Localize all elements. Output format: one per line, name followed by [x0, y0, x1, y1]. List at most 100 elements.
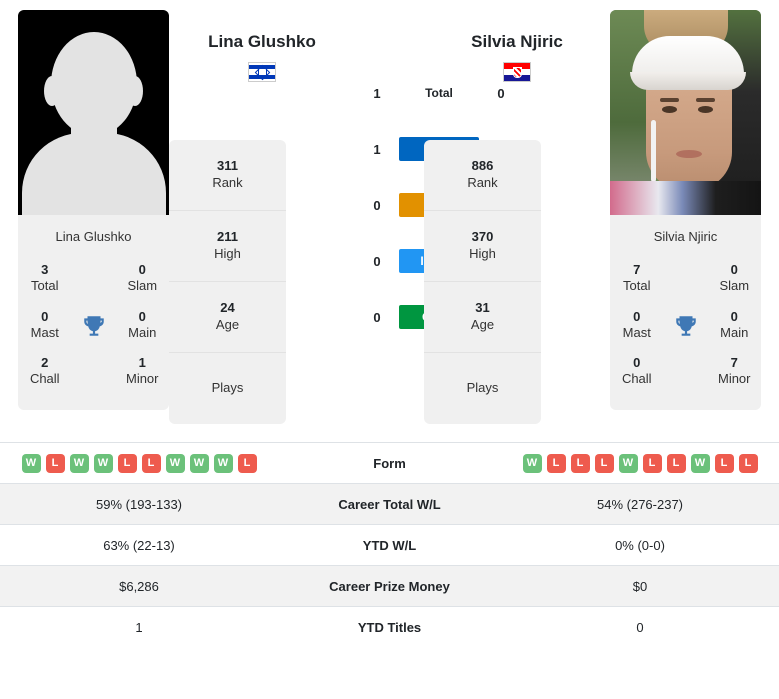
left-ytd-titles: 1 — [0, 606, 278, 648]
form-badge-loss: L — [546, 453, 566, 473]
row-label-ytd-titles: YTD Titles — [278, 606, 501, 648]
right-titles-slam-value: 0 — [730, 262, 738, 277]
left-plays-cell: Plays — [169, 353, 286, 424]
left-career-total-wl: 59% (193-133) — [0, 483, 278, 525]
left-rank-value: 311 — [217, 158, 238, 174]
left-high-value: 211 — [217, 229, 238, 245]
left-titles-mast-label: Mast — [30, 324, 59, 340]
left-age-value: 24 — [220, 300, 235, 316]
left-form-cell: WLWWLLWWWL — [0, 442, 278, 484]
right-titles-main: 0 Main — [708, 303, 762, 350]
right-age-cell: 31 Age — [424, 282, 541, 353]
player-comparison-page: Lina Glushko 3 Total 0 Slam 0 Mast 0 Mai… — [0, 0, 779, 648]
form-badge-loss: L — [237, 453, 257, 473]
form-badge-loss: L — [714, 453, 734, 473]
left-titles-chall: 2 Chall — [18, 349, 72, 396]
surface-row: 1 Hard 0 — [355, 121, 505, 177]
left-titles-chall-label: Chall — [29, 371, 60, 387]
row-label-form: Form — [278, 442, 501, 484]
left-age-cell: 24 Age — [169, 282, 286, 353]
right-titles-mast-value: 0 — [633, 308, 641, 324]
spacer-cell — [72, 256, 116, 303]
left-titles-slam-label: Slam — [127, 278, 158, 294]
spacer-cell — [72, 349, 116, 396]
left-titles-main-label: Main — [128, 324, 157, 340]
right-titles-main-value: 0 — [730, 308, 738, 324]
right-career-total-wl: 54% (276-237) — [501, 483, 779, 525]
right-high-value: 370 — [471, 229, 494, 245]
left-titles-main: 0 Main — [116, 303, 170, 350]
right-titles-main-label: Main — [720, 324, 749, 340]
form-badge-win: W — [69, 453, 89, 473]
right-titles-mast: 0 Mast — [610, 303, 664, 350]
form-badge-win: W — [189, 453, 209, 473]
right-stat-column: 886 Rank 370 High 31 Age Plays — [424, 140, 541, 424]
right-titles-chall-value: 0 — [633, 355, 641, 370]
form-badge-win: W — [93, 453, 113, 473]
croatia-flag-icon — [503, 62, 531, 82]
left-rank-cell: 311 Rank — [169, 140, 286, 211]
comparison-stats-table: WLWWLLWWWL Form WLLLWLLWLL 59% (193-133)… — [0, 442, 779, 648]
form-badge-win: W — [213, 453, 233, 473]
surface-left-value: 0 — [373, 309, 381, 325]
left-high-cell: 211 High — [169, 211, 286, 282]
right-player-card[interactable]: Silvia Njiric 7 Total 0 Slam 0 Mast 0 Ma… — [610, 10, 761, 410]
right-trophy-icon — [664, 303, 708, 350]
left-titles-minor-label: Minor — [125, 371, 159, 387]
surface-left-value: 0 — [373, 253, 381, 269]
row-label-career-prize-money: Career Prize Money — [278, 565, 501, 607]
left-rank-label: Rank — [212, 175, 243, 190]
form-badge-win: W — [165, 453, 185, 473]
right-plays-cell: Plays — [424, 353, 541, 424]
left-titles-mast-value: 0 — [41, 308, 49, 324]
right-form-cell: WLLLWLLWLL — [501, 442, 779, 484]
right-rank-value: 886 — [471, 158, 494, 174]
right-titles-grid: 7 Total 0 Slam 0 Mast 0 Main 0 Chall 7 M… — [610, 256, 761, 410]
table-row: WLWWLLWWWL Form WLLLWLLWLL — [0, 442, 779, 484]
left-player-card-name: Lina Glushko — [55, 229, 132, 244]
left-titles-slam-value: 0 — [138, 262, 146, 277]
right-player-header-column: Silvia Njiric 886 Rank 370 High 31 Age P… — [424, 10, 610, 424]
form-badge-loss: L — [642, 453, 662, 473]
form-badge-win: W — [618, 453, 638, 473]
surface-left-value: 1 — [373, 85, 381, 101]
left-plays-label: Plays — [211, 380, 244, 396]
form-badge-loss: L — [666, 453, 686, 473]
right-form-strip: WLLLWLLWLL — [501, 453, 779, 473]
row-label-ytd-wl: YTD W/L — [278, 524, 501, 566]
left-stat-column: 311 Rank 211 High 24 Age Plays — [169, 140, 286, 424]
table-row: 59% (193-133) Career Total W/L 54% (276-… — [0, 483, 779, 525]
table-row: $6,286 Career Prize Money $0 — [0, 565, 779, 607]
right-titles-slam: 0 Slam — [708, 256, 762, 303]
right-plays-label: Plays — [466, 380, 499, 396]
left-titles-grid: 3 Total 0 Slam 0 Mast 0 Main 2 Chall 1 M… — [18, 256, 169, 410]
right-titles-total-label: Total — [623, 278, 651, 294]
right-titles-chall: 0 Chall — [610, 349, 664, 396]
surface-row: 0 Indoor 0 — [355, 233, 505, 289]
left-age-label: Age — [215, 317, 240, 332]
right-titles-minor: 7 Minor — [708, 349, 762, 396]
form-badge-win: W — [21, 453, 41, 473]
table-row: 1 YTD Titles 0 — [0, 606, 779, 648]
surface-comparison-column: 1 Total 0 1 Hard 0 0 Clay 0 0 Indoor 0 0 — [355, 10, 505, 345]
right-player-name[interactable]: Silvia Njiric — [424, 10, 610, 52]
left-career-prize-money: $6,286 — [0, 565, 278, 607]
left-player-header-column: Lina Glushko 311 Rank 211 High 24 Age Pl… — [169, 10, 355, 424]
form-badge-win: W — [690, 453, 710, 473]
form-badge-loss: L — [117, 453, 137, 473]
left-titles-total: 3 Total — [18, 256, 72, 303]
right-ytd-wl: 0% (0-0) — [501, 524, 779, 566]
left-player-card[interactable]: Lina Glushko 3 Total 0 Slam 0 Mast 0 Mai… — [18, 10, 169, 410]
spacer-cell — [664, 256, 708, 303]
right-age-label: Age — [470, 317, 495, 332]
right-titles-mast-label: Mast — [622, 324, 651, 340]
right-rank-cell: 886 Rank — [424, 140, 541, 211]
left-player-name[interactable]: Lina Glushko — [169, 10, 355, 52]
left-player-photo — [18, 10, 169, 215]
form-badge-win: W — [522, 453, 542, 473]
right-age-value: 31 — [475, 300, 490, 316]
spacer-cell — [664, 349, 708, 396]
surface-row: 0 Clay 0 — [355, 177, 505, 233]
left-titles-total-value: 3 — [41, 262, 49, 277]
left-titles-minor: 1 Minor — [116, 349, 170, 396]
